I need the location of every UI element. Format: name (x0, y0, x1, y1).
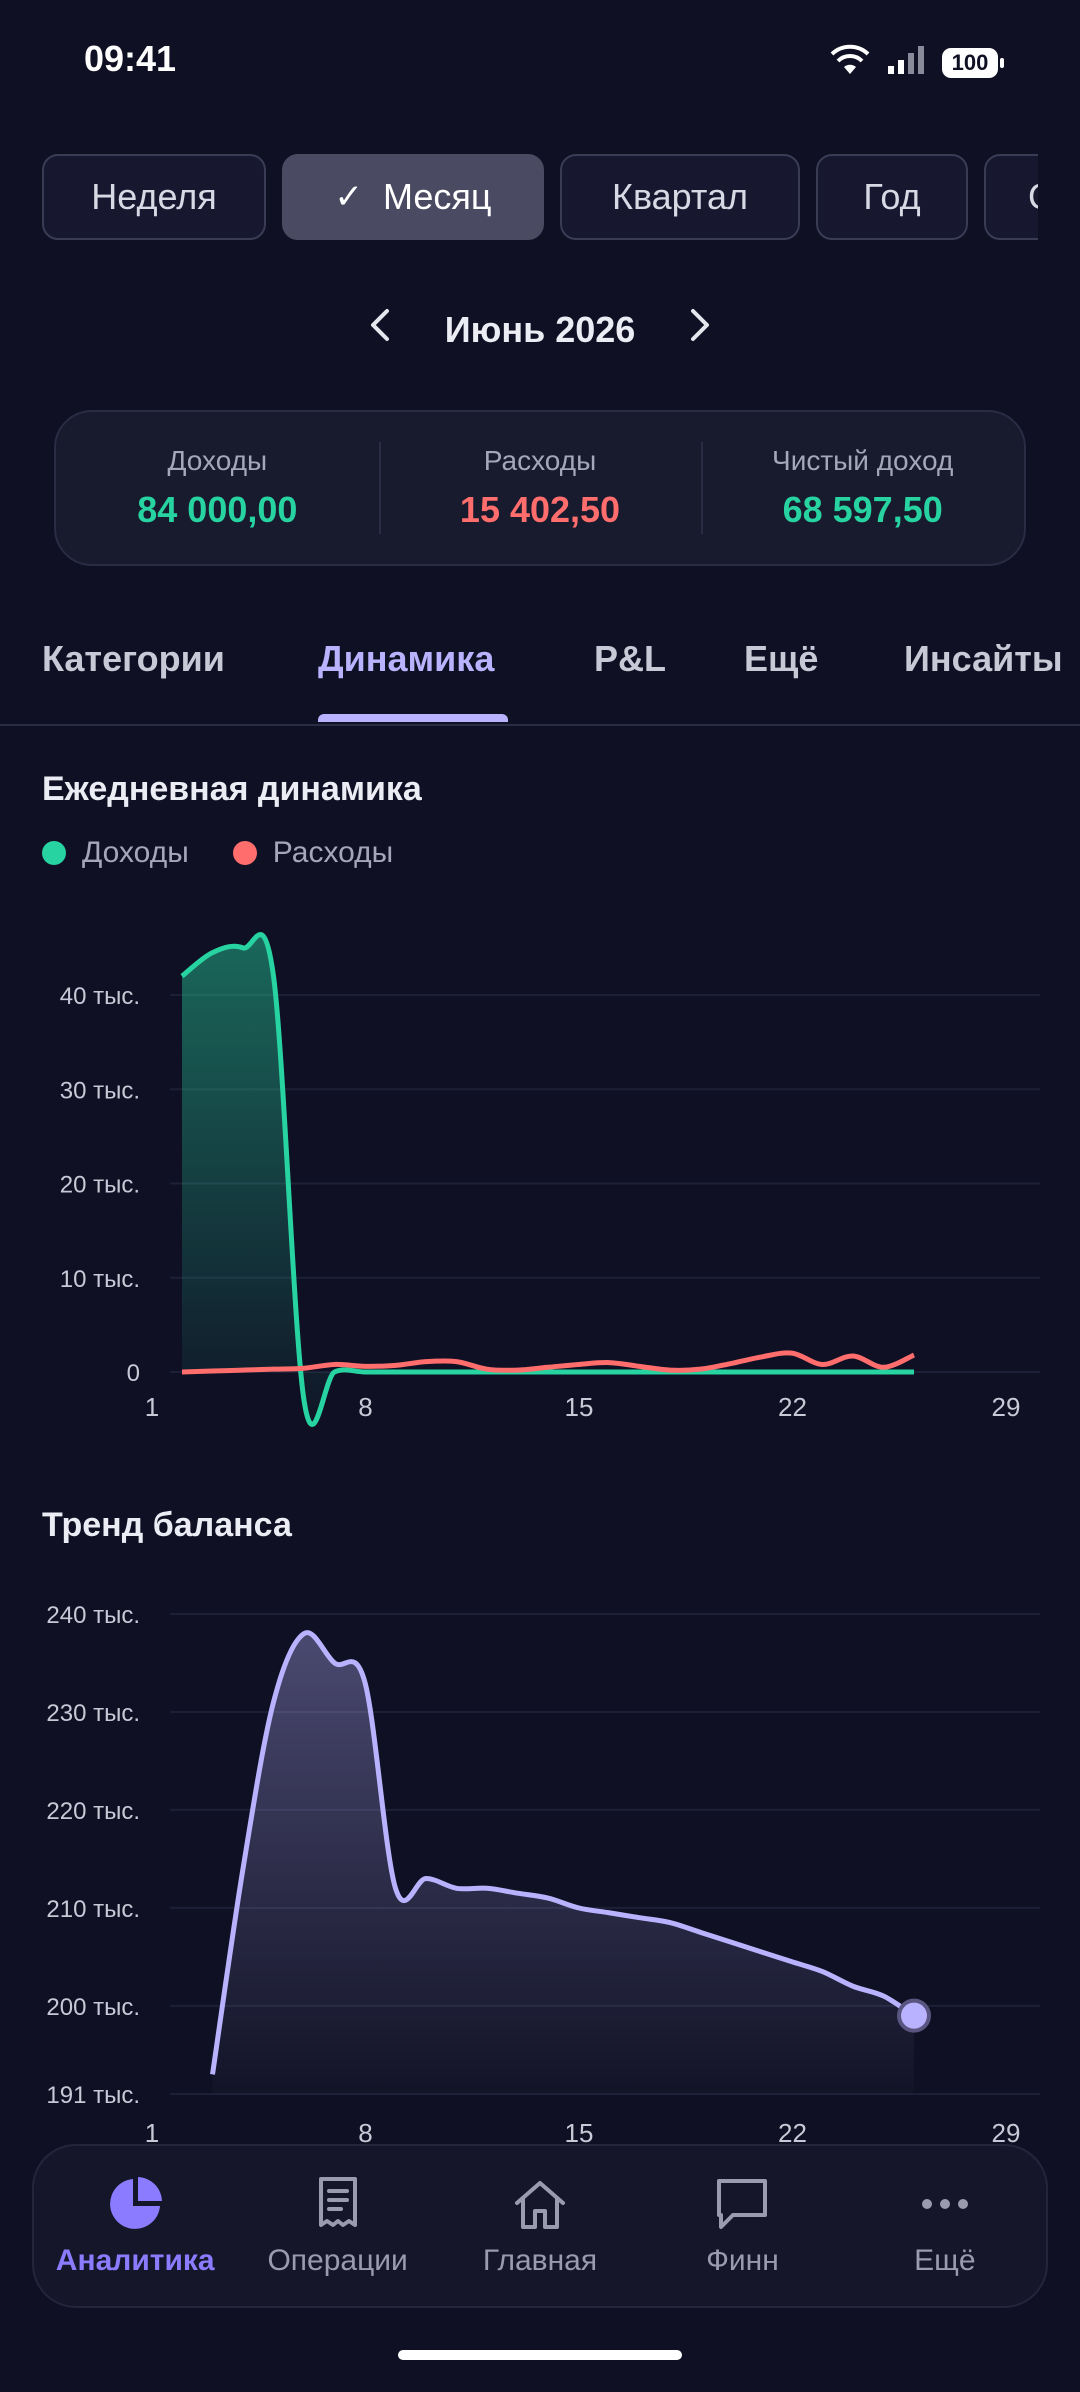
daily-chart: 0 10 тыс. 20 тыс. 30 тыс. 40 тыс. 1 8 15 22 29 (60, 932, 1040, 1427)
x-tick-label: 15 (565, 1392, 594, 1422)
y-tick-label: 210 тыс. (46, 1896, 140, 1923)
home-icon (510, 2174, 570, 2234)
legend-income-label: Доходы (82, 836, 189, 869)
nav-finn-label: Финн (706, 2244, 779, 2277)
y-tick-label: 30 тыс. (60, 1077, 140, 1104)
battery-icon: 100 (942, 47, 1004, 78)
chip-label: Неделя (91, 176, 217, 217)
nav-analytics-label: Аналитика (55, 2244, 215, 2277)
chat-bubble-icon (712, 2174, 772, 2234)
daily-chart-legend: Доходы Расходы (42, 836, 393, 870)
month-label: Июнь 2026 (444, 309, 636, 350)
balance-chart-title: Тренд баланса (42, 1506, 292, 1544)
x-tick-label: 15 (565, 2118, 594, 2144)
x-tick-label: 29 (992, 1392, 1021, 1422)
legend-expense: Расходы (232, 836, 394, 870)
signal-icon (886, 44, 926, 81)
tab-insights[interactable]: Инсайты (904, 638, 1063, 680)
x-tick-label: 8 (358, 2118, 372, 2144)
y-tick-label: 40 тыс. (60, 983, 140, 1010)
nav-finn[interactable]: Финн (641, 2146, 843, 2306)
nav-operations[interactable]: Операции (236, 2146, 438, 2306)
y-tick-label: 20 тыс. (60, 1172, 140, 1199)
expense-summary: Расходы 15 402,50 (378, 412, 702, 564)
check-icon: ✓ (334, 178, 363, 216)
chip-week[interactable]: Неделя (42, 154, 266, 240)
status-time: 09:41 (84, 38, 177, 79)
y-tick-label: 0 (127, 1360, 140, 1387)
income-label: Доходы (167, 445, 268, 476)
receipt-icon (308, 2174, 368, 2234)
expense-value: 15 402,50 (459, 489, 621, 530)
analytics-tabs: Категории Динамика P&L Ещё Инсайты (0, 620, 1080, 726)
chip-label: Месяц (382, 176, 492, 217)
tab-more[interactable]: Ещё (744, 638, 818, 680)
y-tick-label: 220 тыс. (46, 1798, 140, 1825)
y-tick-label: 200 тыс. (46, 1994, 140, 2021)
x-tick-label: 22 (778, 1392, 807, 1422)
chevron-left-icon[interactable] (365, 305, 395, 356)
tab-dynamics[interactable]: Динамика (318, 638, 494, 680)
legend-income: Доходы (42, 836, 189, 870)
y-tick-label: 10 тыс. (60, 1266, 140, 1293)
x-tick-label: 1 (145, 1392, 159, 1422)
legend-expense-dot (232, 841, 257, 865)
x-tick-label: 29 (992, 2118, 1021, 2144)
pie-chart-icon (105, 2174, 165, 2234)
chip-quarter[interactable]: Квартал (560, 154, 800, 240)
legend-expense-label: Расходы (272, 836, 394, 869)
nav-home-label: Главная (482, 2244, 598, 2277)
income-summary: Доходы 84 000,00 (56, 412, 379, 564)
chip-month[interactable]: ✓ Месяц (282, 154, 544, 240)
chip-label: Квартал (611, 176, 749, 217)
legend-income-dot (42, 841, 66, 865)
chip-label: С (1028, 176, 1038, 218)
nav-operations-label: Операции (267, 2244, 408, 2277)
chip-custom[interactable]: С (984, 154, 1038, 240)
tab-pnl[interactable]: P&L (594, 638, 666, 680)
chip-label: Год (863, 176, 921, 217)
wifi-icon (830, 44, 870, 81)
nav-more[interactable]: Ещё (844, 2146, 1046, 2306)
x-tick-label: 22 (778, 2118, 807, 2144)
x-tick-label: 1 (145, 2118, 159, 2144)
summary-card: Доходы 84 000,00 Расходы 15 402,50 Чисты… (54, 410, 1026, 566)
period-selector: Неделя ✓ Месяц Квартал Год С (42, 154, 1038, 244)
net-value: 68 597,50 (782, 489, 943, 530)
balance-last-point (897, 1998, 931, 2033)
daily-chart-title: Ежедневная динамика (42, 770, 422, 808)
income-value: 84 000,00 (137, 489, 298, 530)
status-icons: 100 (830, 44, 1004, 81)
x-tick-label: 8 (358, 1392, 372, 1422)
home-indicator (398, 2350, 682, 2360)
net-label: Чистый доход (772, 445, 954, 476)
tab-categories[interactable]: Категории (42, 638, 225, 680)
chip-year[interactable]: Год (816, 154, 968, 240)
income-area (182, 934, 914, 1425)
net-summary: Чистый доход 68 597,50 (701, 412, 1024, 564)
balance-chart: 191 тыс. 200 тыс. 210 тыс. 220 тыс. 230 тыс.… (46, 1602, 1040, 2144)
tab-active-indicator (318, 714, 508, 722)
y-tick-label: 191 тыс. (46, 2082, 140, 2109)
nav-analytics[interactable]: Аналитика (34, 2146, 236, 2306)
month-navigation: Июнь 2026 (0, 300, 1080, 360)
more-dots-icon (915, 2174, 975, 2234)
balance-area (212, 1632, 914, 2094)
bottom-navigation: Аналитика Операции Главная Финн Ещё (32, 2144, 1048, 2308)
nav-home[interactable]: Главная (439, 2146, 641, 2306)
chevron-right-icon[interactable] (685, 305, 715, 356)
y-tick-label: 230 тыс. (46, 1700, 140, 1727)
y-tick-label: 240 тыс. (46, 1602, 140, 1629)
nav-more-label: Ещё (914, 2244, 976, 2277)
expense-label: Расходы (483, 445, 597, 476)
